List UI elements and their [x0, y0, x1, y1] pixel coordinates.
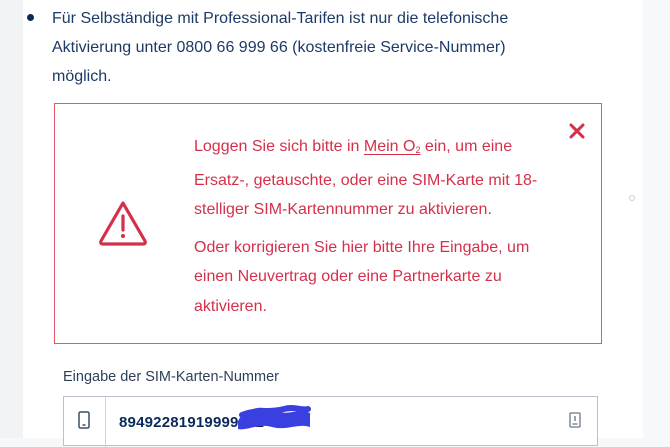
left-gutter [0, 0, 23, 438]
warning-triangle-icon [99, 201, 147, 246]
bullet-text: Für Selbständige mit Professional-Tarife… [52, 10, 509, 85]
error-message: Loggen Sie sich bitte in Mein O2 ein, um… [194, 132, 544, 329]
bullet-list-item: Für Selbständige mit Professional-Tarife… [27, 4, 522, 91]
error-paragraph-1: Loggen Sie sich bitte in Mein O2 ein, um… [194, 132, 544, 225]
sim-number-input[interactable]: 89492281919999922 [63, 396, 598, 447]
phone-icon [78, 411, 90, 429]
sim-number-label: Eingabe der SIM-Karten-Nummer [63, 369, 279, 385]
close-icon[interactable] [567, 121, 587, 141]
error-alert: Loggen Sie sich bitte in Mein O2 ein, um… [54, 103, 602, 344]
bullet-dot [27, 14, 34, 21]
error-text-part: Loggen Sie sich bitte in [194, 138, 364, 155]
scroll-marker [629, 195, 635, 201]
mein-o2-link[interactable]: Mein O2 [364, 138, 421, 155]
error-paragraph-2: Oder korrigieren Sie hier bitte Ihre Ein… [194, 238, 530, 315]
sim-input-icon-cell [64, 397, 106, 447]
mein-o2-link-text: Mein O [363, 138, 416, 155]
sim-scan-icon[interactable] [569, 412, 581, 428]
redaction-scribble [238, 405, 311, 430]
